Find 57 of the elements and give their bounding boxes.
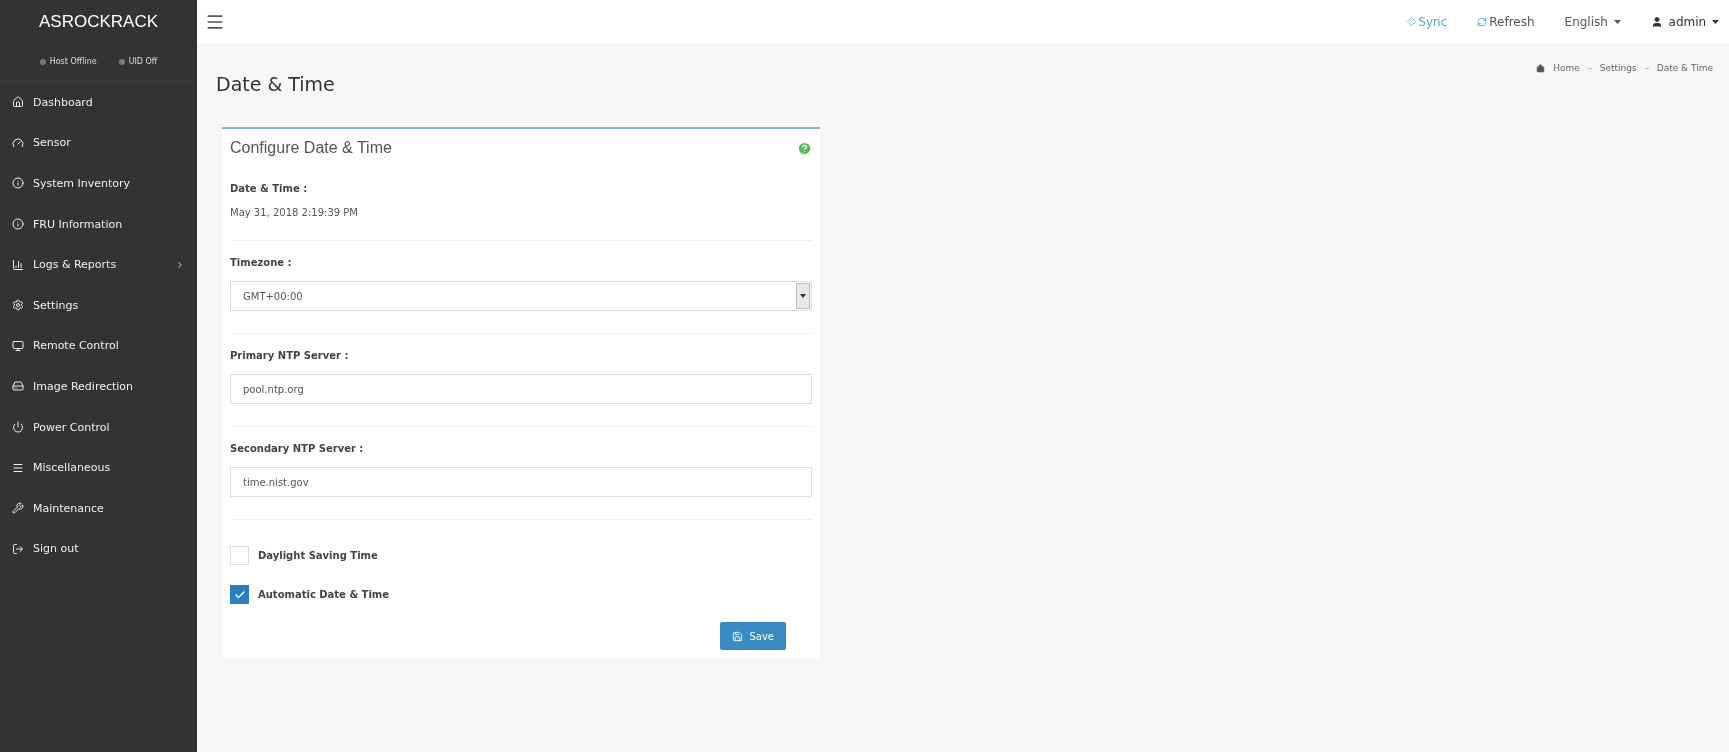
diamond-icon: [1407, 17, 1417, 26]
info-icon: [12, 177, 24, 190]
field-label: Timezone :: [230, 257, 293, 268]
status-indicator: Host Offline: [39, 57, 97, 66]
field-label: Primary NTP Server :: [230, 350, 350, 361]
checkbox-label: Daylight Saving Time: [258, 550, 378, 561]
user-dropdown[interactable]: admin: [1650, 14, 1719, 29]
wrench-icon: [12, 502, 24, 515]
caret-icon: [1712, 19, 1719, 24]
input-field[interactable]: time.nist.gov: [230, 467, 812, 497]
checkbox-label: Automatic Date & Time: [258, 589, 390, 600]
field-label: Date & Time :: [230, 183, 309, 194]
sidebar-item[interactable]: Maintenance: [0, 487, 197, 529]
monitor-icon: [12, 339, 24, 352]
status-indicator: UID Off: [118, 57, 158, 66]
sidebar-item[interactable]: Settings: [0, 284, 197, 326]
sidebar-item[interactable]: System Inventory: [0, 163, 197, 204]
info-icon: [12, 218, 24, 231]
sidebar-item[interactable]: Remote Control: [0, 325, 197, 367]
save-button[interactable]: Save: [720, 622, 786, 650]
save-icon: [732, 630, 744, 642]
breadcrumb-item[interactable]: Home: [1553, 63, 1580, 73]
refresh-icon: [1477, 16, 1488, 27]
logout-icon: [12, 542, 24, 555]
sidebar-item[interactable]: Image Redirection: [0, 366, 197, 407]
sidebar-item[interactable]: Logs & Reports: [0, 244, 197, 285]
chevron-icon: [175, 259, 185, 270]
home-icon: [12, 96, 24, 109]
card-title: Configure Date & Time: [230, 139, 392, 157]
page-title: Date & Time: [216, 73, 335, 95]
breadcrumb-item[interactable]: Date & Time: [1656, 63, 1713, 73]
bar-chart-icon: [12, 258, 24, 271]
refresh-link[interactable]: Refresh: [1477, 14, 1535, 29]
check-icon: [233, 588, 246, 601]
field-label: Secondary NTP Server :: [230, 443, 365, 454]
sidebar-item[interactable]: Power Control: [0, 406, 197, 448]
input-field[interactable]: pool.ntp.org: [230, 374, 812, 404]
sidebar-item[interactable]: Miscellaneous: [0, 447, 197, 488]
date-time-value: May 31, 2018 2:19:39 PM: [230, 207, 359, 218]
caret-icon: [1613, 19, 1621, 24]
brand-logo: ASROCKRACK: [38, 10, 159, 33]
sidebar-item[interactable]: Sensor: [0, 122, 197, 164]
checkbox[interactable]: [230, 585, 249, 604]
user-icon: [1650, 15, 1663, 28]
sidebar-item[interactable]: FRU Information: [0, 203, 197, 245]
breadcrumb-item[interactable]: Settings: [1599, 63, 1637, 73]
sidebar-item[interactable]: Dashboard: [0, 82, 197, 123]
language-dropdown[interactable]: English: [1564, 14, 1621, 29]
help-icon[interactable]: [797, 140, 812, 156]
settings-icon: [12, 299, 24, 312]
sidebar-item[interactable]: Sign out: [0, 528, 197, 570]
home-icon[interactable]: [1536, 63, 1546, 73]
power-icon: [12, 421, 24, 434]
menu-icon: [12, 461, 24, 474]
drive-icon: [12, 380, 24, 393]
gauge-icon: [12, 136, 24, 149]
timezone-select[interactable]: GMT+00:00: [230, 281, 812, 311]
